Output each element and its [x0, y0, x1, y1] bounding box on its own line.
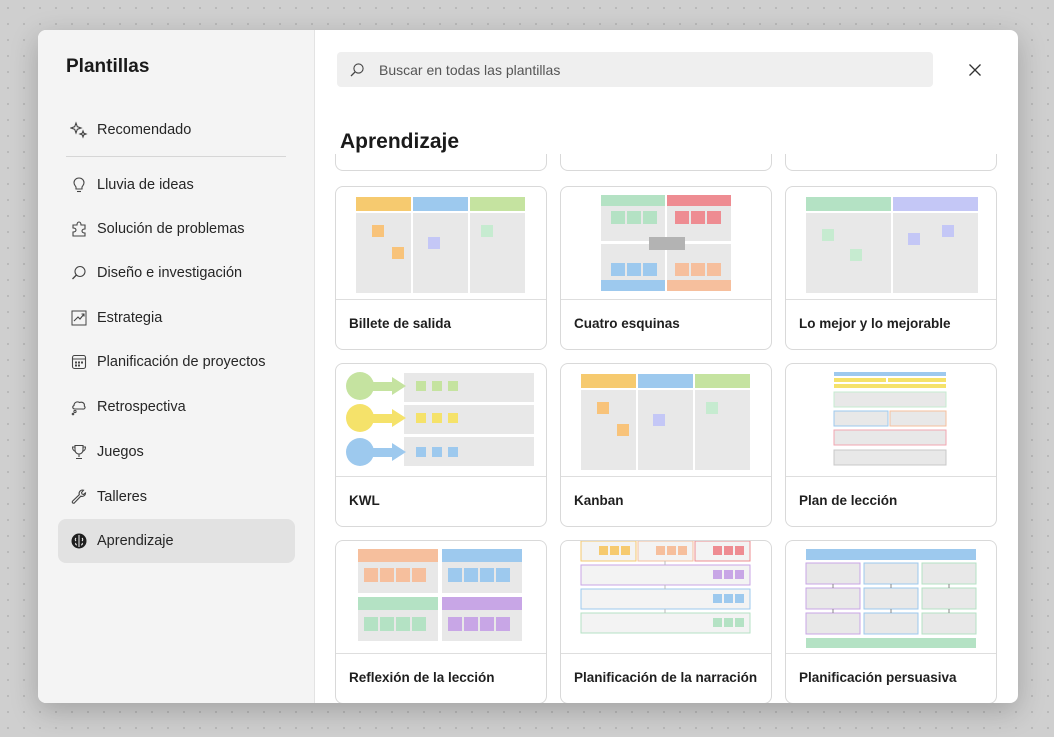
sidebar-item-planificacion-de-proyectos[interactable]: Planificación de proyectos [58, 340, 295, 384]
section-title: Aprendizaje [340, 130, 460, 153]
template-label: Lo mejor y lo mejorable [799, 316, 951, 331]
template-label: Plan de lección [799, 493, 898, 508]
template-card-kanban[interactable]: Kanban [560, 363, 772, 527]
sidebar-title: Plantillas [66, 56, 150, 77]
sidebar-item-label: Recomendado [97, 122, 192, 138]
template-card-plan-de-leccion[interactable]: Plan de lección [785, 363, 997, 527]
template-thumbnail [561, 541, 771, 654]
wrench-icon [70, 488, 88, 506]
sidebar-item-label: Planificación de proyectos [97, 354, 266, 370]
sidebar-item-retrospectiva[interactable]: Retrospectiva [58, 385, 295, 429]
template-card-kwl[interactable]: KWL [335, 363, 547, 527]
template-card-cuatro-esquinas[interactable]: Cuatro esquinas [560, 186, 772, 350]
search-bar[interactable] [337, 52, 933, 87]
template-label: Reflexión de la lección [349, 670, 495, 685]
search-input[interactable] [377, 60, 901, 79]
sidebar-divider [66, 156, 286, 157]
sidebar-item-solucion-de-problemas[interactable]: Solución de problemas [58, 207, 295, 251]
template-thumbnail [336, 541, 546, 654]
search-icon [349, 62, 365, 78]
sidebar-item-label: Aprendizaje [97, 533, 174, 549]
template-thumbnail [561, 364, 771, 477]
sidebar-item-label: Diseño e investigación [97, 265, 243, 281]
template-thumbnail [336, 364, 546, 477]
sidebar-item-label: Lluvia de ideas [97, 177, 194, 193]
sparkle-icon [70, 121, 88, 139]
template-thumbnail [786, 541, 996, 654]
sidebar-item-diseno-e-investigacion[interactable]: Diseño e investigación [58, 251, 295, 295]
templates-dialog: Plantillas Recomendado Lluvia de ideas S… [38, 30, 1018, 703]
trophy-icon [70, 443, 88, 461]
template-card-reflexion-de-la-leccion[interactable]: Reflexión de la lección [335, 540, 547, 703]
template-card-billete-de-salida[interactable]: Billete de salida [335, 186, 547, 350]
template-card-partial[interactable] [335, 154, 547, 171]
template-label: Kanban [574, 493, 624, 508]
sidebar-item-estrategia[interactable]: Estrategia [58, 296, 295, 340]
sidebar-item-label: Estrategia [97, 310, 163, 326]
brain-icon [70, 532, 88, 550]
sidebar-item-label: Juegos [97, 444, 144, 460]
sidebar-item-recomendado[interactable]: Recomendado [58, 108, 295, 152]
template-label: Cuatro esquinas [574, 316, 680, 331]
sidebar-item-talleres[interactable]: Talleres [58, 475, 295, 519]
template-thumbnail [786, 364, 996, 477]
template-card-partial[interactable] [785, 154, 997, 171]
template-thumbnail [561, 187, 771, 300]
template-thumbnail [336, 187, 546, 300]
close-icon [969, 64, 981, 76]
sidebar: Plantillas Recomendado Lluvia de ideas S… [38, 30, 315, 703]
close-button[interactable] [963, 58, 987, 82]
sidebar-item-lluvia-de-ideas[interactable]: Lluvia de ideas [58, 163, 295, 207]
template-label: Planificación de la narración [574, 670, 758, 685]
search-icon [70, 264, 88, 282]
template-label: KWL [349, 493, 380, 508]
main-panel: Aprendizaje Billete [315, 30, 1018, 703]
template-card-planificacion-de-la-narracion[interactable]: Planificación de la narración [560, 540, 772, 703]
chart-trend-icon [70, 309, 88, 327]
sidebar-item-label: Solución de problemas [97, 221, 245, 237]
template-card-planificacion-persuasiva[interactable]: Planificación persuasiva [785, 540, 997, 703]
sidebar-item-label: Retrospectiva [97, 399, 186, 415]
thought-bubble-icon [70, 398, 88, 416]
template-thumbnail [786, 187, 996, 300]
sidebar-item-juegos[interactable]: Juegos [58, 430, 295, 474]
sidebar-item-label: Talleres [97, 489, 147, 505]
calendar-icon [70, 353, 88, 371]
template-label: Billete de salida [349, 316, 452, 331]
lightbulb-icon [70, 176, 88, 194]
puzzle-icon [70, 220, 88, 238]
template-card-partial[interactable] [560, 154, 772, 171]
sidebar-item-aprendizaje[interactable]: Aprendizaje [58, 519, 295, 563]
template-card-lo-mejor-y-lo-mejorable[interactable]: Lo mejor y lo mejorable [785, 186, 997, 350]
template-label: Planificación persuasiva [799, 670, 957, 685]
